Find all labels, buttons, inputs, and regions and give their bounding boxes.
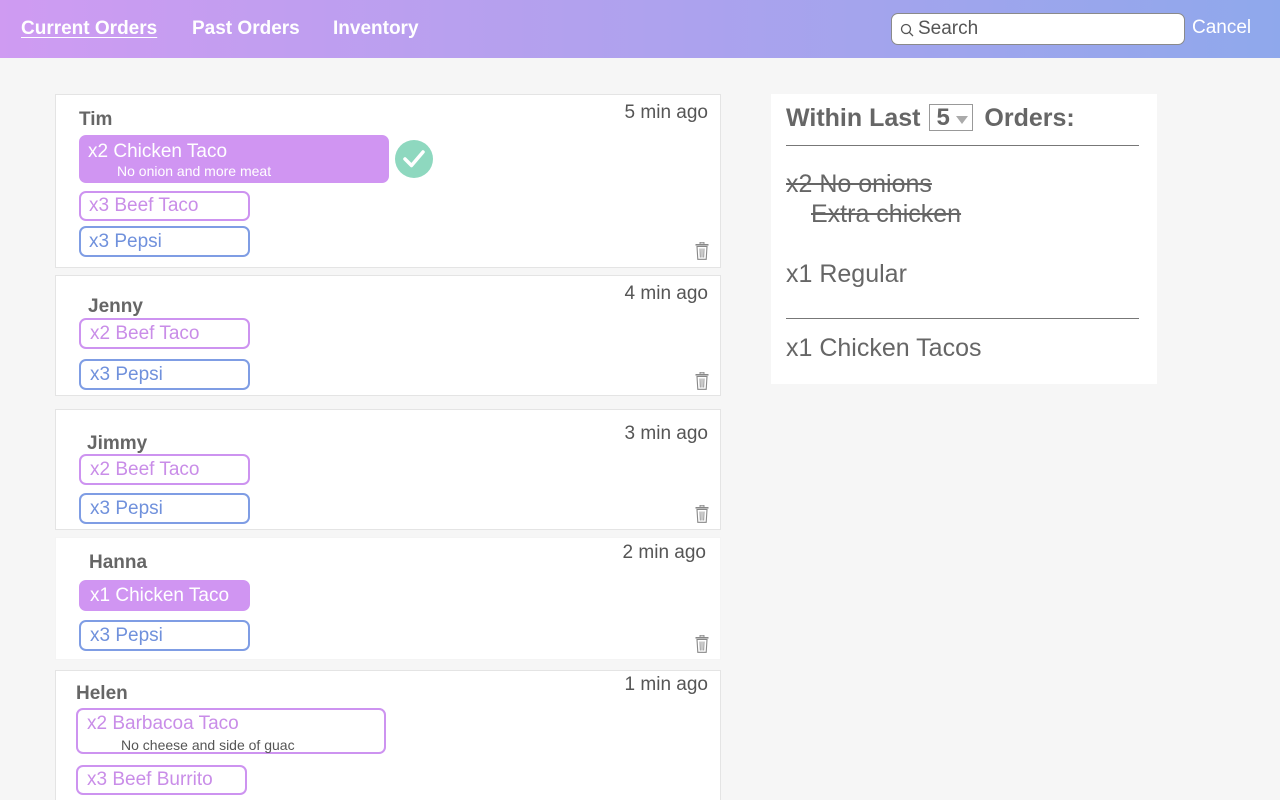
summary-item[interactable]: x1 Regular	[786, 260, 907, 289]
divider	[786, 145, 1139, 146]
trash-icon[interactable]	[695, 635, 709, 653]
item-label: x2 Barbacoa Taco	[87, 713, 239, 734]
tab-current-orders[interactable]: Current Orders	[21, 18, 157, 40]
summary-item[interactable]: x1 Chicken Tacos	[786, 334, 981, 363]
order-card: Jenny 4 min ago x2 Beef Taco x3 Pepsi	[55, 275, 721, 396]
trash-icon[interactable]	[695, 505, 709, 523]
summary-heading-suffix: Orders:	[984, 104, 1075, 132]
order-card: Hanna 2 min ago x1 Chicken Taco x3 Pepsi	[55, 537, 721, 660]
order-item[interactable]: x3 Beef Taco	[79, 191, 250, 221]
order-time: 5 min ago	[624, 102, 708, 123]
item-label: x2 Chicken Taco	[88, 141, 228, 162]
trash-icon[interactable]	[695, 242, 709, 260]
order-item[interactable]: x3 Beef Burrito	[76, 765, 247, 795]
chevron-down-icon	[956, 116, 969, 124]
order-time: 2 min ago	[622, 542, 706, 563]
recent-items-summary-panel: Within Last 5 Orders: x2 No onions Extra…	[771, 94, 1157, 384]
order-card: Tim 5 min ago x2 Chicken Taco No onion a…	[55, 94, 721, 268]
order-count-value: 5	[936, 104, 950, 131]
divider	[786, 318, 1139, 319]
customer-name: Jimmy	[87, 433, 148, 454]
search-box[interactable]	[891, 13, 1185, 45]
mark-done-check-icon[interactable]	[395, 140, 433, 178]
order-item[interactable]: x2 Beef Taco	[79, 454, 250, 485]
order-item[interactable]: x3 Pepsi	[79, 620, 250, 651]
order-item[interactable]: x3 Pepsi	[79, 226, 250, 257]
order-item[interactable]: x1 Chicken Taco	[79, 580, 250, 611]
order-item[interactable]: x2 Chicken Taco No onion and more meat	[79, 135, 389, 183]
top-nav-bar: Current Orders Past Orders Inventory Can…	[0, 0, 1280, 58]
item-note: No cheese and side of guac	[121, 737, 295, 753]
summary-item-completed[interactable]: x2 No onions	[786, 170, 932, 199]
order-time: 4 min ago	[624, 283, 708, 304]
order-item[interactable]: x3 Pepsi	[79, 359, 250, 390]
tab-past-orders[interactable]: Past Orders	[192, 18, 300, 40]
summary-heading-prefix: Within Last	[786, 104, 921, 132]
order-time: 3 min ago	[624, 423, 708, 444]
order-card: Jimmy 3 min ago x2 Beef Taco x3 Pepsi	[55, 409, 721, 530]
item-note: No onion and more meat	[117, 163, 272, 179]
summary-item-completed[interactable]: Extra chicken	[811, 200, 961, 229]
order-card: Helen 1 min ago x2 Barbacoa Taco No chee…	[55, 670, 721, 800]
order-item[interactable]: x2 Beef Taco	[79, 318, 250, 349]
order-count-dropdown[interactable]: 5	[929, 104, 974, 131]
search-input[interactable]	[918, 17, 1178, 41]
order-time: 1 min ago	[624, 674, 708, 695]
customer-name: Jenny	[88, 296, 143, 317]
customer-name: Tim	[79, 109, 113, 130]
summary-heading: Within Last 5 Orders:	[786, 104, 1075, 133]
customer-name: Helen	[76, 683, 128, 704]
tab-inventory[interactable]: Inventory	[333, 18, 419, 40]
customer-name: Hanna	[89, 552, 148, 573]
order-item[interactable]: x2 Barbacoa Taco No cheese and side of g…	[76, 708, 386, 754]
search-icon	[900, 23, 914, 37]
order-item[interactable]: x3 Pepsi	[79, 493, 250, 524]
cancel-button[interactable]: Cancel	[1192, 17, 1251, 39]
trash-icon[interactable]	[695, 372, 709, 390]
